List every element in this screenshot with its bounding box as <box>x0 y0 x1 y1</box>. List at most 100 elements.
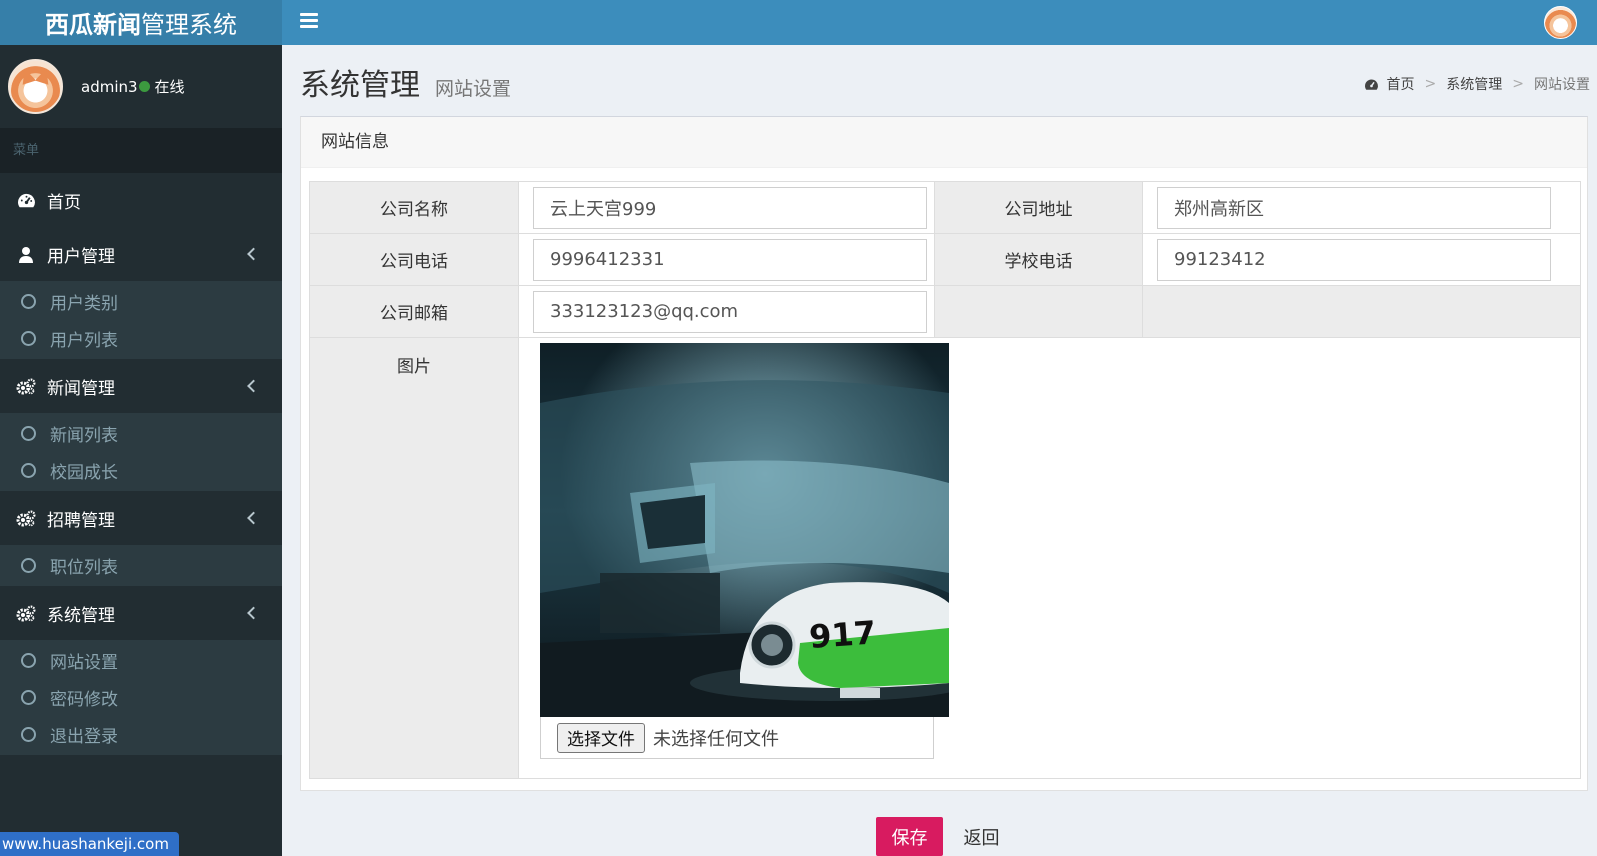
sidebar-item-label: 校园成长 <box>50 463 118 483</box>
dashboard-icon <box>16 190 36 210</box>
breadcrumb-separator: > <box>1512 76 1524 92</box>
app-logo[interactable]: 西瓜新闻 管理系统 <box>0 0 282 45</box>
breadcrumb-separator: > <box>1424 76 1437 92</box>
content-header: 系统管理 网站设置 <box>300 60 511 104</box>
sidebar-group-recruit[interactable]: 招聘管理 <box>0 491 282 545</box>
file-input: 选择文件 未选择任何文件 <box>540 717 934 759</box>
company-email-label: 公司邮箱 <box>310 286 519 337</box>
site-info-box: 网站信息 公司名称 公司地址 公司电话 学校电话 公司邮箱 <box>300 116 1588 791</box>
school-phone-input[interactable] <box>1157 238 1551 281</box>
breadcrumb-current: 网站设置 <box>1534 77 1590 93</box>
sidebar-item-news-list[interactable]: 新闻列表 <box>0 415 282 452</box>
sidebar-item-job-list[interactable]: 职位列表 <box>0 547 282 584</box>
user-menu-avatar[interactable] <box>1544 6 1577 39</box>
school-phone-cell <box>1143 234 1580 285</box>
chevron-left-icon <box>247 606 260 620</box>
svg-text:917: 917 <box>808 613 877 656</box>
company-phone-cell <box>519 234 935 285</box>
file-status-text: 未选择任何文件 <box>653 728 779 750</box>
sidebar-item-site-settings[interactable]: 网站设置 <box>0 642 282 679</box>
sidebar-item-change-password[interactable]: 密码修改 <box>0 679 282 716</box>
image-label: 图片 <box>310 338 519 778</box>
company-phone-input[interactable] <box>533 238 927 281</box>
school-phone-label: 学校电话 <box>935 234 1143 285</box>
circle-icon <box>21 653 36 668</box>
sidebar-item-label: 用户类别 <box>50 294 118 314</box>
user-panel: admin3 在线 <box>0 45 282 128</box>
top-navbar <box>282 0 1597 45</box>
sidebar-item-label: 网站设置 <box>50 653 118 673</box>
page-title: 系统管理 <box>300 68 420 103</box>
choose-file-button[interactable]: 选择文件 <box>557 722 645 753</box>
company-name-label: 公司名称 <box>310 182 519 233</box>
online-status-icon <box>138 81 150 92</box>
sidebar-item-user-list[interactable]: 用户列表 <box>0 320 282 357</box>
sidebar-item-label: 首页 <box>47 192 81 213</box>
gears-icon <box>16 603 36 623</box>
sidebar-group-user[interactable]: 用户管理 <box>0 227 282 281</box>
gears-icon <box>16 376 36 396</box>
page-subtitle: 网站设置 <box>435 78 512 100</box>
watermark-link[interactable]: www.huashankeji.com <box>0 832 179 856</box>
logo-text: 管理系统 <box>141 11 237 39</box>
breadcrumb: 首页 > 系统管理 > 网站设置 <box>1364 74 1590 94</box>
sidebar-group-label: 用户管理 <box>47 246 115 267</box>
sidebar-item-label: 退出登录 <box>50 727 118 747</box>
gears-icon <box>16 508 36 528</box>
sidebar-item-label: 职位列表 <box>50 558 118 578</box>
breadcrumb-section[interactable]: 系统管理 <box>1446 74 1502 94</box>
box-title: 网站信息 <box>301 117 1587 168</box>
submenu-recruit: 职位列表 <box>0 545 282 586</box>
form-row: 公司邮箱 <box>310 286 1580 338</box>
company-address-input[interactable] <box>1157 186 1551 229</box>
chevron-left-icon <box>247 511 260 525</box>
sidebar-group-label: 系统管理 <box>47 605 115 626</box>
circle-icon <box>21 690 36 705</box>
empty-cell <box>935 286 1143 337</box>
company-name-cell <box>519 182 935 233</box>
circle-icon <box>21 727 36 742</box>
sidebar: 西瓜新闻 管理系统 admin3 在线 菜单 首页 用户管理 用户类别 用户列表 … <box>0 0 282 856</box>
sidebar-group-label: 新闻管理 <box>47 378 115 399</box>
sidebar-toggle-icon[interactable] <box>300 13 318 28</box>
submenu-news: 新闻列表 校园成长 <box>0 413 282 491</box>
breadcrumb-home[interactable]: 首页 <box>1387 74 1415 94</box>
sidebar-item-logout[interactable]: 退出登录 <box>0 716 282 753</box>
sidebar-group-label: 招聘管理 <box>47 510 115 531</box>
back-button[interactable]: 返回 <box>948 817 1015 856</box>
empty-cell <box>1143 286 1580 337</box>
online-status-text: 在线 <box>154 78 185 96</box>
sidebar-item-campus-growth[interactable]: 校园成长 <box>0 452 282 489</box>
site-image-preview: 917 <box>540 343 949 717</box>
circle-icon <box>21 463 36 478</box>
circle-icon <box>21 294 36 309</box>
sidebar-item-label: 新闻列表 <box>50 426 118 446</box>
company-email-input[interactable] <box>533 290 927 333</box>
submenu-system: 网站设置 密码修改 退出登录 <box>0 640 282 755</box>
save-button[interactable]: 保存 <box>876 817 943 856</box>
sidebar-item-label: 用户列表 <box>50 331 118 351</box>
settings-form-table: 公司名称 公司地址 公司电话 学校电话 公司邮箱 <box>309 181 1581 779</box>
chevron-left-icon <box>247 379 260 393</box>
username: admin3 <box>81 77 138 96</box>
sidebar-group-system[interactable]: 系统管理 <box>0 586 282 640</box>
company-address-cell <box>1143 182 1580 233</box>
user-icon <box>16 244 36 264</box>
sidebar-group-news[interactable]: 新闻管理 <box>0 359 282 413</box>
avatar <box>8 59 63 114</box>
circle-icon <box>21 331 36 346</box>
dashboard-icon <box>1364 78 1379 91</box>
user-info: admin3 在线 <box>81 76 185 97</box>
company-phone-label: 公司电话 <box>310 234 519 285</box>
company-name-input[interactable] <box>533 186 927 229</box>
form-row: 公司名称 公司地址 <box>310 182 1580 234</box>
submenu-user: 用户类别 用户列表 <box>0 281 282 359</box>
menu-header: 菜单 <box>0 128 282 173</box>
form-row: 公司电话 学校电话 <box>310 234 1580 286</box>
company-email-cell <box>519 286 935 337</box>
sidebar-item-home[interactable]: 首页 <box>0 173 282 227</box>
circle-icon <box>21 426 36 441</box>
sidebar-item-user-category[interactable]: 用户类别 <box>0 283 282 320</box>
chevron-left-icon <box>247 247 260 261</box>
sidebar-item-label: 密码修改 <box>50 690 118 710</box>
